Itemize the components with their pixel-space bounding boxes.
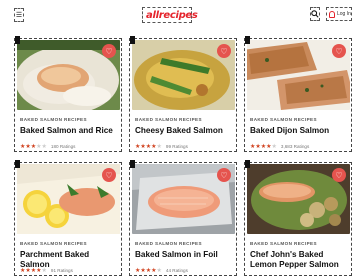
login-label: Log In <box>337 11 351 17</box>
ratings-count: 91 Ratings <box>50 268 73 273</box>
save-heart-icon[interactable]: ♡ <box>102 168 116 182</box>
logo-text: allrecipes <box>146 9 198 21</box>
save-heart-icon[interactable]: ♡ <box>217 168 231 182</box>
recipe-category[interactable]: BAKED SALMON RECIPES <box>250 241 317 246</box>
card-marker <box>245 36 250 44</box>
card-marker <box>130 36 135 44</box>
recipe-card[interactable]: ♡ BAKED SALMON RECIPES Parchment Baked S… <box>14 160 122 276</box>
ratings-count: 180 Ratings <box>50 144 76 149</box>
recipe-card[interactable]: ♡ BAKED SALMON RECIPES Cheesy Baked Salm… <box>129 36 237 152</box>
star-rating-icon: ★★★★★ <box>250 144 277 150</box>
recipe-title[interactable]: Chef John's Baked Lemon Pepper Salmon <box>250 250 350 270</box>
recipe-card[interactable]: ♡ BAKED SALMON RECIPES Baked Dijon Salmo… <box>244 36 352 152</box>
recipe-title[interactable]: Cheesy Baked Salmon <box>135 126 235 136</box>
search-icon <box>311 10 319 18</box>
star-rating-icon: ★★★★★ <box>135 268 162 274</box>
save-heart-icon[interactable]: ♡ <box>102 44 116 58</box>
card-marker <box>130 160 135 168</box>
save-heart-icon[interactable]: ♡ <box>332 44 346 58</box>
recipe-category[interactable]: BAKED SALMON RECIPES <box>135 117 202 122</box>
recipe-card[interactable]: ♡ BAKED SALMON RECIPES Baked Salmon and … <box>14 36 122 152</box>
star-rating-icon: ★★★★★ <box>20 268 47 274</box>
menu-icon: ☰ <box>15 11 23 19</box>
menu-button[interactable]: ☰ <box>14 8 24 22</box>
recipe-category[interactable]: BAKED SALMON RECIPES <box>135 241 202 246</box>
recipe-category[interactable]: BAKED SALMON RECIPES <box>250 117 317 122</box>
recipe-rating: ★★★★★ 44 Ratings <box>135 267 188 274</box>
recipe-title[interactable]: Baked Salmon and Rice <box>20 126 120 136</box>
login-button[interactable]: Log In <box>326 7 352 21</box>
star-rating-icon: ★★★★★ <box>20 144 47 150</box>
recipe-category[interactable]: BAKED SALMON RECIPES <box>20 241 87 246</box>
recipe-rating: ★★★★★ 99 Ratings <box>135 143 188 150</box>
ratings-count: 3,683 Ratings <box>280 144 310 149</box>
recipe-rating: ★★★★★ 180 Ratings <box>20 143 75 150</box>
star-rating-icon: ★★★★★ <box>135 144 162 150</box>
user-icon <box>329 10 335 18</box>
recipe-card[interactable]: ♡ BAKED SALMON RECIPES Baked Salmon in F… <box>129 160 237 276</box>
save-heart-icon[interactable]: ♡ <box>332 168 346 182</box>
recipe-rating: ★★★★★ 3,683 Ratings <box>250 143 309 150</box>
ratings-count: 44 Ratings <box>165 268 188 273</box>
save-heart-icon[interactable]: ♡ <box>217 44 231 58</box>
card-marker <box>245 160 250 168</box>
card-marker <box>15 36 20 44</box>
logo[interactable]: allrecipes <box>142 7 198 23</box>
recipe-category[interactable]: BAKED SALMON RECIPES <box>20 117 87 122</box>
recipe-card[interactable]: ♡ BAKED SALMON RECIPES Chef John's Baked… <box>244 160 352 276</box>
recipe-title[interactable]: Baked Dijon Salmon <box>250 126 350 136</box>
recipe-rating: ★★★★★ 91 Ratings <box>20 267 73 274</box>
top-bar: ☰ allrecipes Log In <box>0 0 364 34</box>
recipe-title[interactable]: Baked Salmon in Foil <box>135 250 235 260</box>
search-button[interactable] <box>310 7 320 21</box>
card-marker <box>15 160 20 168</box>
ratings-count: 99 Ratings <box>165 144 188 149</box>
